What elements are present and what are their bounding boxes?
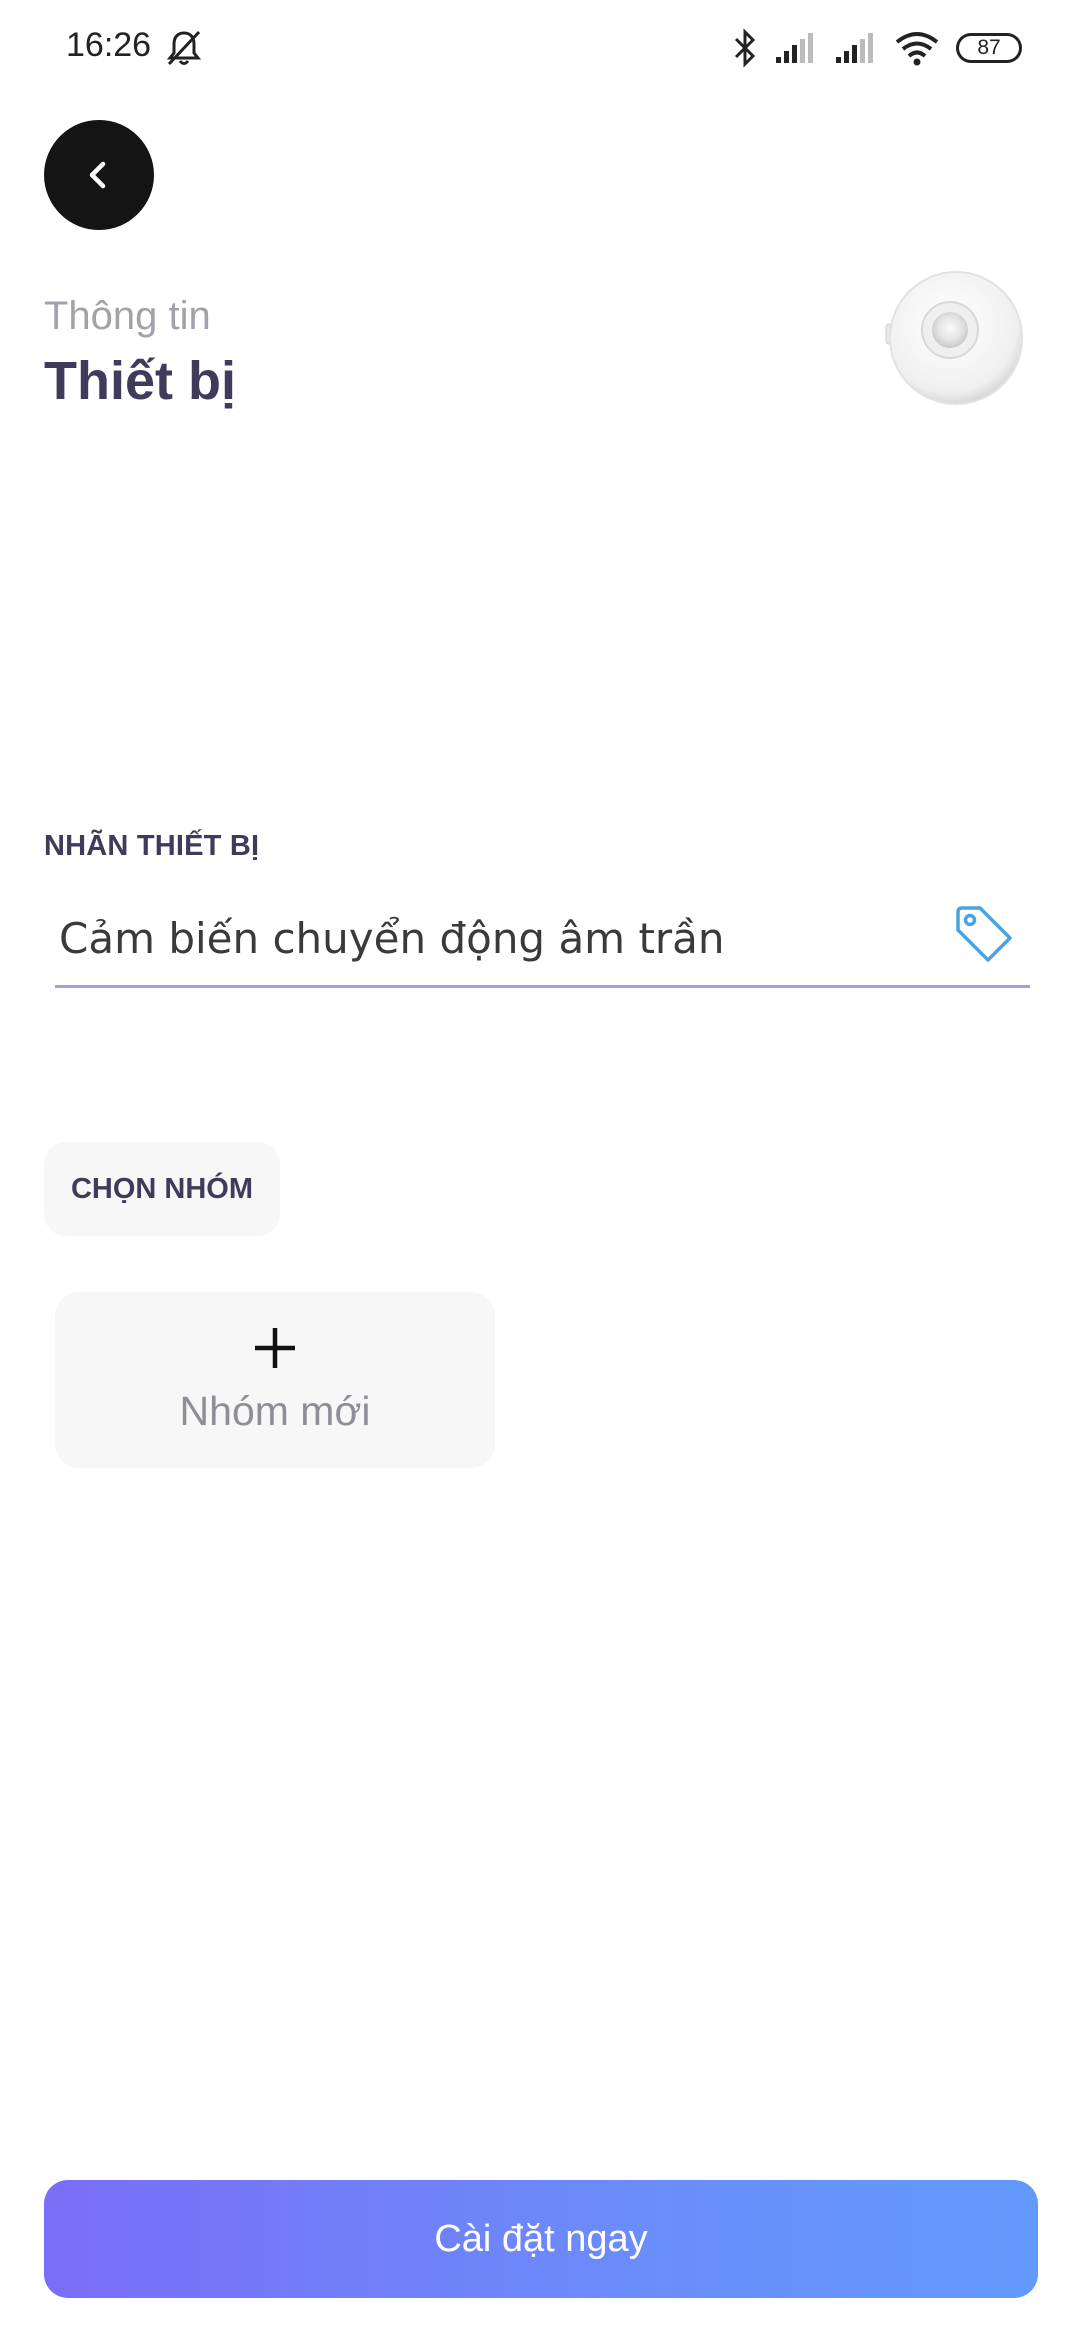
plus-icon	[255, 1328, 295, 1368]
device-label-field	[55, 892, 1030, 988]
wifi-icon	[895, 32, 939, 66]
choose-group-chip[interactable]: CHỌN NHÓM	[44, 1142, 280, 1236]
chevron-left-icon	[89, 161, 106, 189]
new-group-label: Nhóm mới	[179, 1388, 371, 1434]
install-now-button[interactable]: Cài đặt ngay	[44, 2180, 1038, 2298]
signal-icon	[836, 33, 873, 63]
status-time: 16:26	[66, 26, 152, 64]
status-bar: 16:26 87	[0, 0, 1080, 96]
mute-bell-icon	[166, 30, 202, 66]
device-label-input[interactable]	[55, 892, 939, 984]
install-now-label: Cài đặt ngay	[434, 2217, 648, 2260]
page-subtitle: Thông tin	[44, 294, 211, 338]
motion-sensor-device-image	[885, 271, 1023, 405]
device-label-heading: NHÃN THIẾT BỊ	[44, 830, 260, 862]
back-button[interactable]	[44, 120, 154, 230]
tag-icon[interactable]	[952, 902, 1016, 966]
choose-group-label: CHỌN NHÓM	[70, 1172, 254, 1205]
battery-icon: 87	[956, 33, 1022, 63]
battery-level: 87	[977, 36, 1001, 59]
new-group-button[interactable]: Nhóm mới	[55, 1292, 495, 1468]
status-icons: 87	[732, 26, 1022, 70]
page-title: Thiết bị	[44, 351, 236, 411]
signal-icon	[776, 33, 813, 63]
bluetooth-icon	[734, 28, 756, 68]
